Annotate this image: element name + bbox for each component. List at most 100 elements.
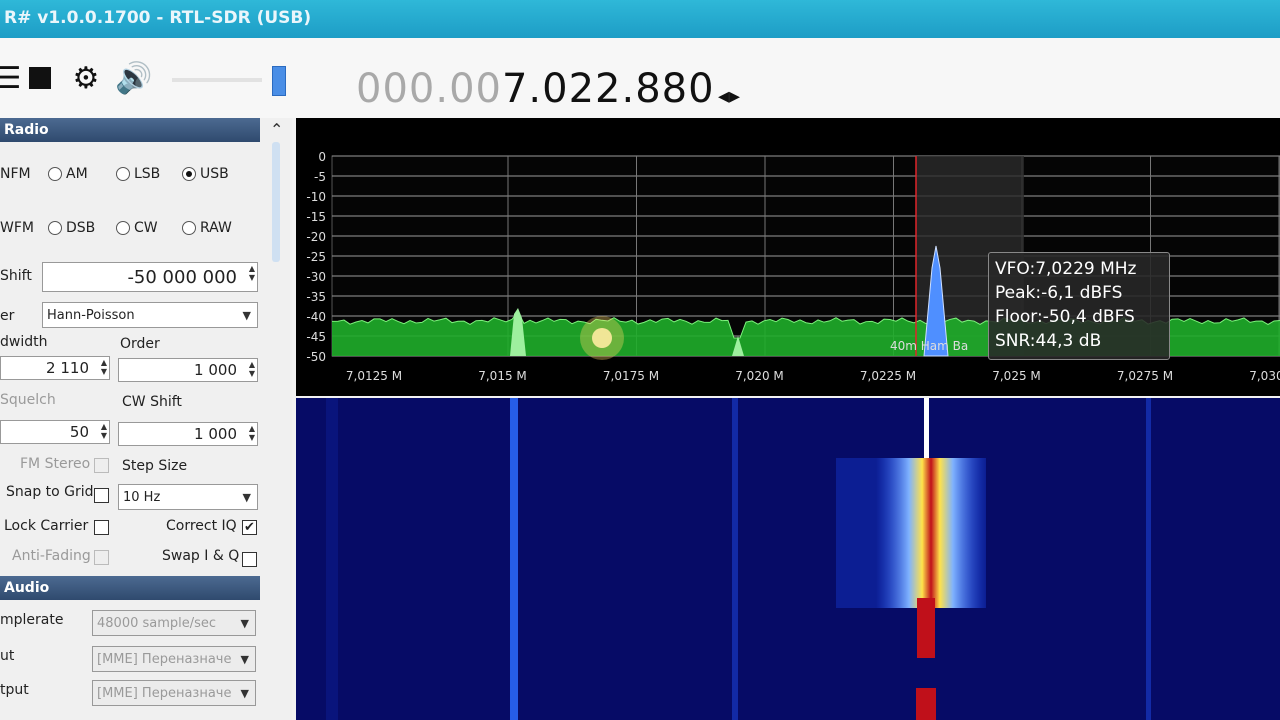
- bandwidth-label: dwidth: [0, 334, 48, 350]
- bandwidth-input[interactable]: 2 110 ▲ ▼: [0, 356, 110, 380]
- radio-dot-icon: [48, 167, 62, 181]
- y-tick-label: -40: [306, 310, 326, 324]
- mode-radio-usb[interactable]: USB: [182, 166, 229, 182]
- shift-spinner-icon[interactable]: ▲ ▼: [249, 264, 255, 282]
- mode-radio-nfm[interactable]: NFM: [0, 166, 31, 182]
- bandwidth-spinner-icon[interactable]: ▲ ▼: [101, 358, 107, 376]
- checkmark-icon: ✔: [244, 520, 255, 535]
- waterfall-display[interactable]: [296, 398, 1280, 720]
- anti-fading-label: Anti-Fading: [12, 548, 91, 564]
- snap-to-grid-label: Snap to Grid: [6, 484, 94, 500]
- step-size-label: Step Size: [122, 458, 188, 474]
- squelch-label: Squelch: [0, 392, 56, 408]
- mode-label: NFM: [0, 166, 31, 182]
- bandwidth-value: 2 110: [46, 359, 89, 377]
- tuning-arrows-icon[interactable]: ◂▸: [718, 84, 740, 109]
- output-device-select[interactable]: [MME] Переназначе ▼: [92, 680, 256, 706]
- order-label: Order: [120, 336, 160, 352]
- stop-button[interactable]: [24, 62, 56, 94]
- waterfall-signal-trace: [916, 688, 936, 720]
- y-tick-label: -30: [306, 270, 326, 284]
- correct-iq-label: Correct IQ: [166, 518, 237, 534]
- volume-slider-thumb[interactable]: [272, 66, 286, 96]
- mode-radio-cw[interactable]: CW: [116, 220, 158, 236]
- radio-dot-icon: [182, 221, 196, 235]
- mode-label: CW: [134, 220, 158, 236]
- cw-shift-input[interactable]: 1 000 ▲ ▼: [118, 422, 258, 446]
- x-tick-label: 7,0275 M: [1117, 369, 1173, 383]
- mode-radio-dsb[interactable]: DSB: [48, 220, 95, 236]
- y-tick-label: 0: [318, 150, 326, 164]
- panel-scrollbar[interactable]: [270, 142, 284, 662]
- lock-carrier-checkbox[interactable]: [94, 520, 109, 535]
- fm-stereo-checkbox[interactable]: [94, 458, 109, 473]
- settings-button[interactable]: ⚙: [70, 60, 102, 96]
- squelch-spinner-icon[interactable]: ▲ ▼: [101, 422, 107, 440]
- x-tick-label: 7,0125 M: [346, 369, 402, 383]
- mode-radio-raw[interactable]: RAW: [182, 220, 232, 236]
- audio-section-header[interactable]: Audio: [0, 576, 260, 600]
- chevron-down-icon: ▼: [240, 616, 249, 630]
- chevron-down-icon: ▼: [240, 652, 249, 666]
- waterfall-plot[interactable]: [296, 398, 1280, 720]
- tooltip-peak: Peak:-6,1 dBFS: [995, 283, 1123, 303]
- waterfall-signal-trace: [917, 598, 935, 658]
- shift-input[interactable]: -50 000 000 ▲ ▼: [42, 262, 258, 292]
- x-tick-label: 7,015 M: [478, 369, 527, 383]
- gear-icon: ⚙: [72, 60, 100, 96]
- waterfall-trace: [326, 398, 338, 720]
- cw-shift-value: 1 000: [194, 425, 237, 443]
- volume-slider-track[interactable]: [172, 78, 262, 82]
- mode-radio-am[interactable]: AM: [48, 166, 88, 182]
- waterfall-trace: [732, 398, 738, 720]
- cw-shift-spinner-icon[interactable]: ▲ ▼: [249, 424, 255, 442]
- shift-value: -50 000 000: [127, 266, 237, 288]
- mode-label: RAW: [200, 220, 232, 236]
- step-size-select[interactable]: 10 Hz ▼: [118, 484, 258, 510]
- step-size-value: 10 Hz: [123, 489, 161, 505]
- mode-label: AM: [66, 166, 88, 182]
- anti-fading-checkbox[interactable]: [94, 550, 109, 565]
- y-tick-label: -15: [306, 210, 326, 224]
- y-tick-label: -5: [314, 170, 326, 184]
- samplerate-select[interactable]: 48000 sample/sec ▼: [92, 610, 256, 636]
- output-device-value: [MME] Переназначе: [97, 685, 232, 701]
- snap-to-grid-checkbox[interactable]: [94, 488, 109, 503]
- output-label: tput: [0, 682, 29, 698]
- y-tick-label: -10: [306, 190, 326, 204]
- mode-label: DSB: [66, 220, 96, 236]
- waterfall-trace: [1146, 398, 1151, 720]
- squelch-input[interactable]: 50 ▲ ▼: [0, 420, 110, 444]
- radio-dot-icon: [116, 221, 130, 235]
- collapse-chevron-icon[interactable]: ⌃: [270, 120, 283, 139]
- panel-scrollbar-thumb[interactable]: [272, 142, 280, 262]
- screen-glare: [580, 316, 624, 360]
- order-spinner-icon[interactable]: ▲ ▼: [249, 360, 255, 378]
- spectrum-tooltip: VFO:7,0229 MHz Peak:-6,1 dBFS Floor:-50,…: [988, 252, 1170, 360]
- order-input[interactable]: 1 000 ▲ ▼: [118, 358, 258, 382]
- radio-section-header[interactable]: Radio: [0, 118, 260, 142]
- radio-dot-icon: [116, 167, 130, 181]
- menu-icon[interactable]: ☰: [0, 61, 24, 96]
- filter-label: er: [0, 308, 15, 324]
- x-tick-label: 7,020 M: [735, 369, 784, 383]
- input-device-select[interactable]: [MME] Переназначе ▼: [92, 646, 256, 672]
- tooltip-floor: Floor:-50,4 dBFS: [995, 307, 1135, 327]
- mode-radio-lsb[interactable]: LSB: [116, 166, 160, 182]
- audio-mute-button[interactable]: 🔊: [115, 61, 152, 96]
- y-tick-label: -45: [306, 330, 326, 344]
- mode-label: LSB: [134, 166, 161, 182]
- y-tick-label: -50: [306, 350, 326, 364]
- correct-iq-checkbox[interactable]: ✔: [242, 520, 257, 535]
- band-label: 40m Ham Ba: [890, 339, 968, 353]
- swap-iq-checkbox[interactable]: [242, 552, 257, 567]
- order-value: 1 000: [194, 361, 237, 379]
- filter-select[interactable]: Hann-Poisson ▼: [42, 302, 258, 328]
- stop-icon: [29, 67, 51, 89]
- mode-radio-wfm[interactable]: WFM: [0, 220, 34, 236]
- frequency-display[interactable]: 000.007.022.880: [356, 66, 715, 112]
- frequency-leading-digits: 000.00: [356, 66, 502, 112]
- x-tick-label: 7,0175 M: [603, 369, 659, 383]
- chevron-down-icon: ▼: [242, 490, 251, 504]
- waterfall-trace: [510, 398, 518, 720]
